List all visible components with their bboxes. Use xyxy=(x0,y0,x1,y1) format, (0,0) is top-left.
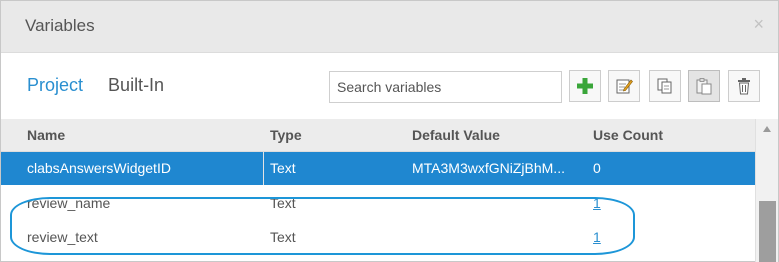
edit-variable-button[interactable] xyxy=(608,70,640,102)
table-row[interactable]: review_text Text 1 xyxy=(1,221,755,254)
use-count-link[interactable]: 1 xyxy=(593,229,601,245)
column-header-default-value[interactable]: Default Value xyxy=(412,127,500,143)
variable-tabs: Project Built-In xyxy=(27,75,184,96)
add-icon xyxy=(577,78,593,94)
paste-variable-button[interactable] xyxy=(688,70,720,102)
use-count-link[interactable]: 1 xyxy=(593,195,601,211)
trash-icon xyxy=(738,78,750,95)
column-header-name[interactable]: Name xyxy=(27,127,65,143)
variable-use-count: 0 xyxy=(593,160,601,176)
copy-icon xyxy=(657,78,672,94)
close-icon[interactable]: × xyxy=(753,15,764,33)
table-row[interactable]: clabsAnswersWidgetID Text MTA3M3wxfGNiZj… xyxy=(1,152,755,185)
paste-icon xyxy=(696,78,712,95)
edit-icon xyxy=(616,79,633,94)
column-header-type[interactable]: Type xyxy=(270,127,302,143)
table-header: Name Type Default Value Use Count xyxy=(1,119,755,152)
dialog-title: Variables xyxy=(25,16,95,35)
variable-type: Text xyxy=(270,229,296,245)
column-divider xyxy=(263,152,264,185)
title-bar: Variables × xyxy=(1,1,778,53)
variable-name: review_text xyxy=(27,229,98,245)
scrollbar-thumb[interactable] xyxy=(759,201,776,262)
vertical-scrollbar[interactable] xyxy=(755,119,778,262)
variables-table: Name Type Default Value Use Count clabsA… xyxy=(1,119,778,262)
variable-name: clabsAnswersWidgetID xyxy=(27,160,171,176)
table-row[interactable]: review_name Text 1 xyxy=(1,187,755,220)
add-variable-button[interactable] xyxy=(569,70,601,102)
tab-project[interactable]: Project xyxy=(27,75,83,96)
column-header-use-count[interactable]: Use Count xyxy=(593,127,663,143)
search-input[interactable] xyxy=(329,71,562,103)
variable-type: Text xyxy=(270,195,296,211)
copy-variable-button[interactable] xyxy=(649,70,681,102)
variable-name: review_name xyxy=(27,195,111,211)
scroll-up-arrow-icon[interactable] xyxy=(756,119,778,139)
variables-dialog: Variables × Project Built-In Search vari… xyxy=(0,0,779,262)
variable-type: Text xyxy=(270,160,296,176)
tab-built-in[interactable]: Built-In xyxy=(108,75,164,96)
delete-variable-button[interactable] xyxy=(728,70,760,102)
variable-default-value: MTA3M3wxfGNiZjBhM... xyxy=(412,160,565,176)
